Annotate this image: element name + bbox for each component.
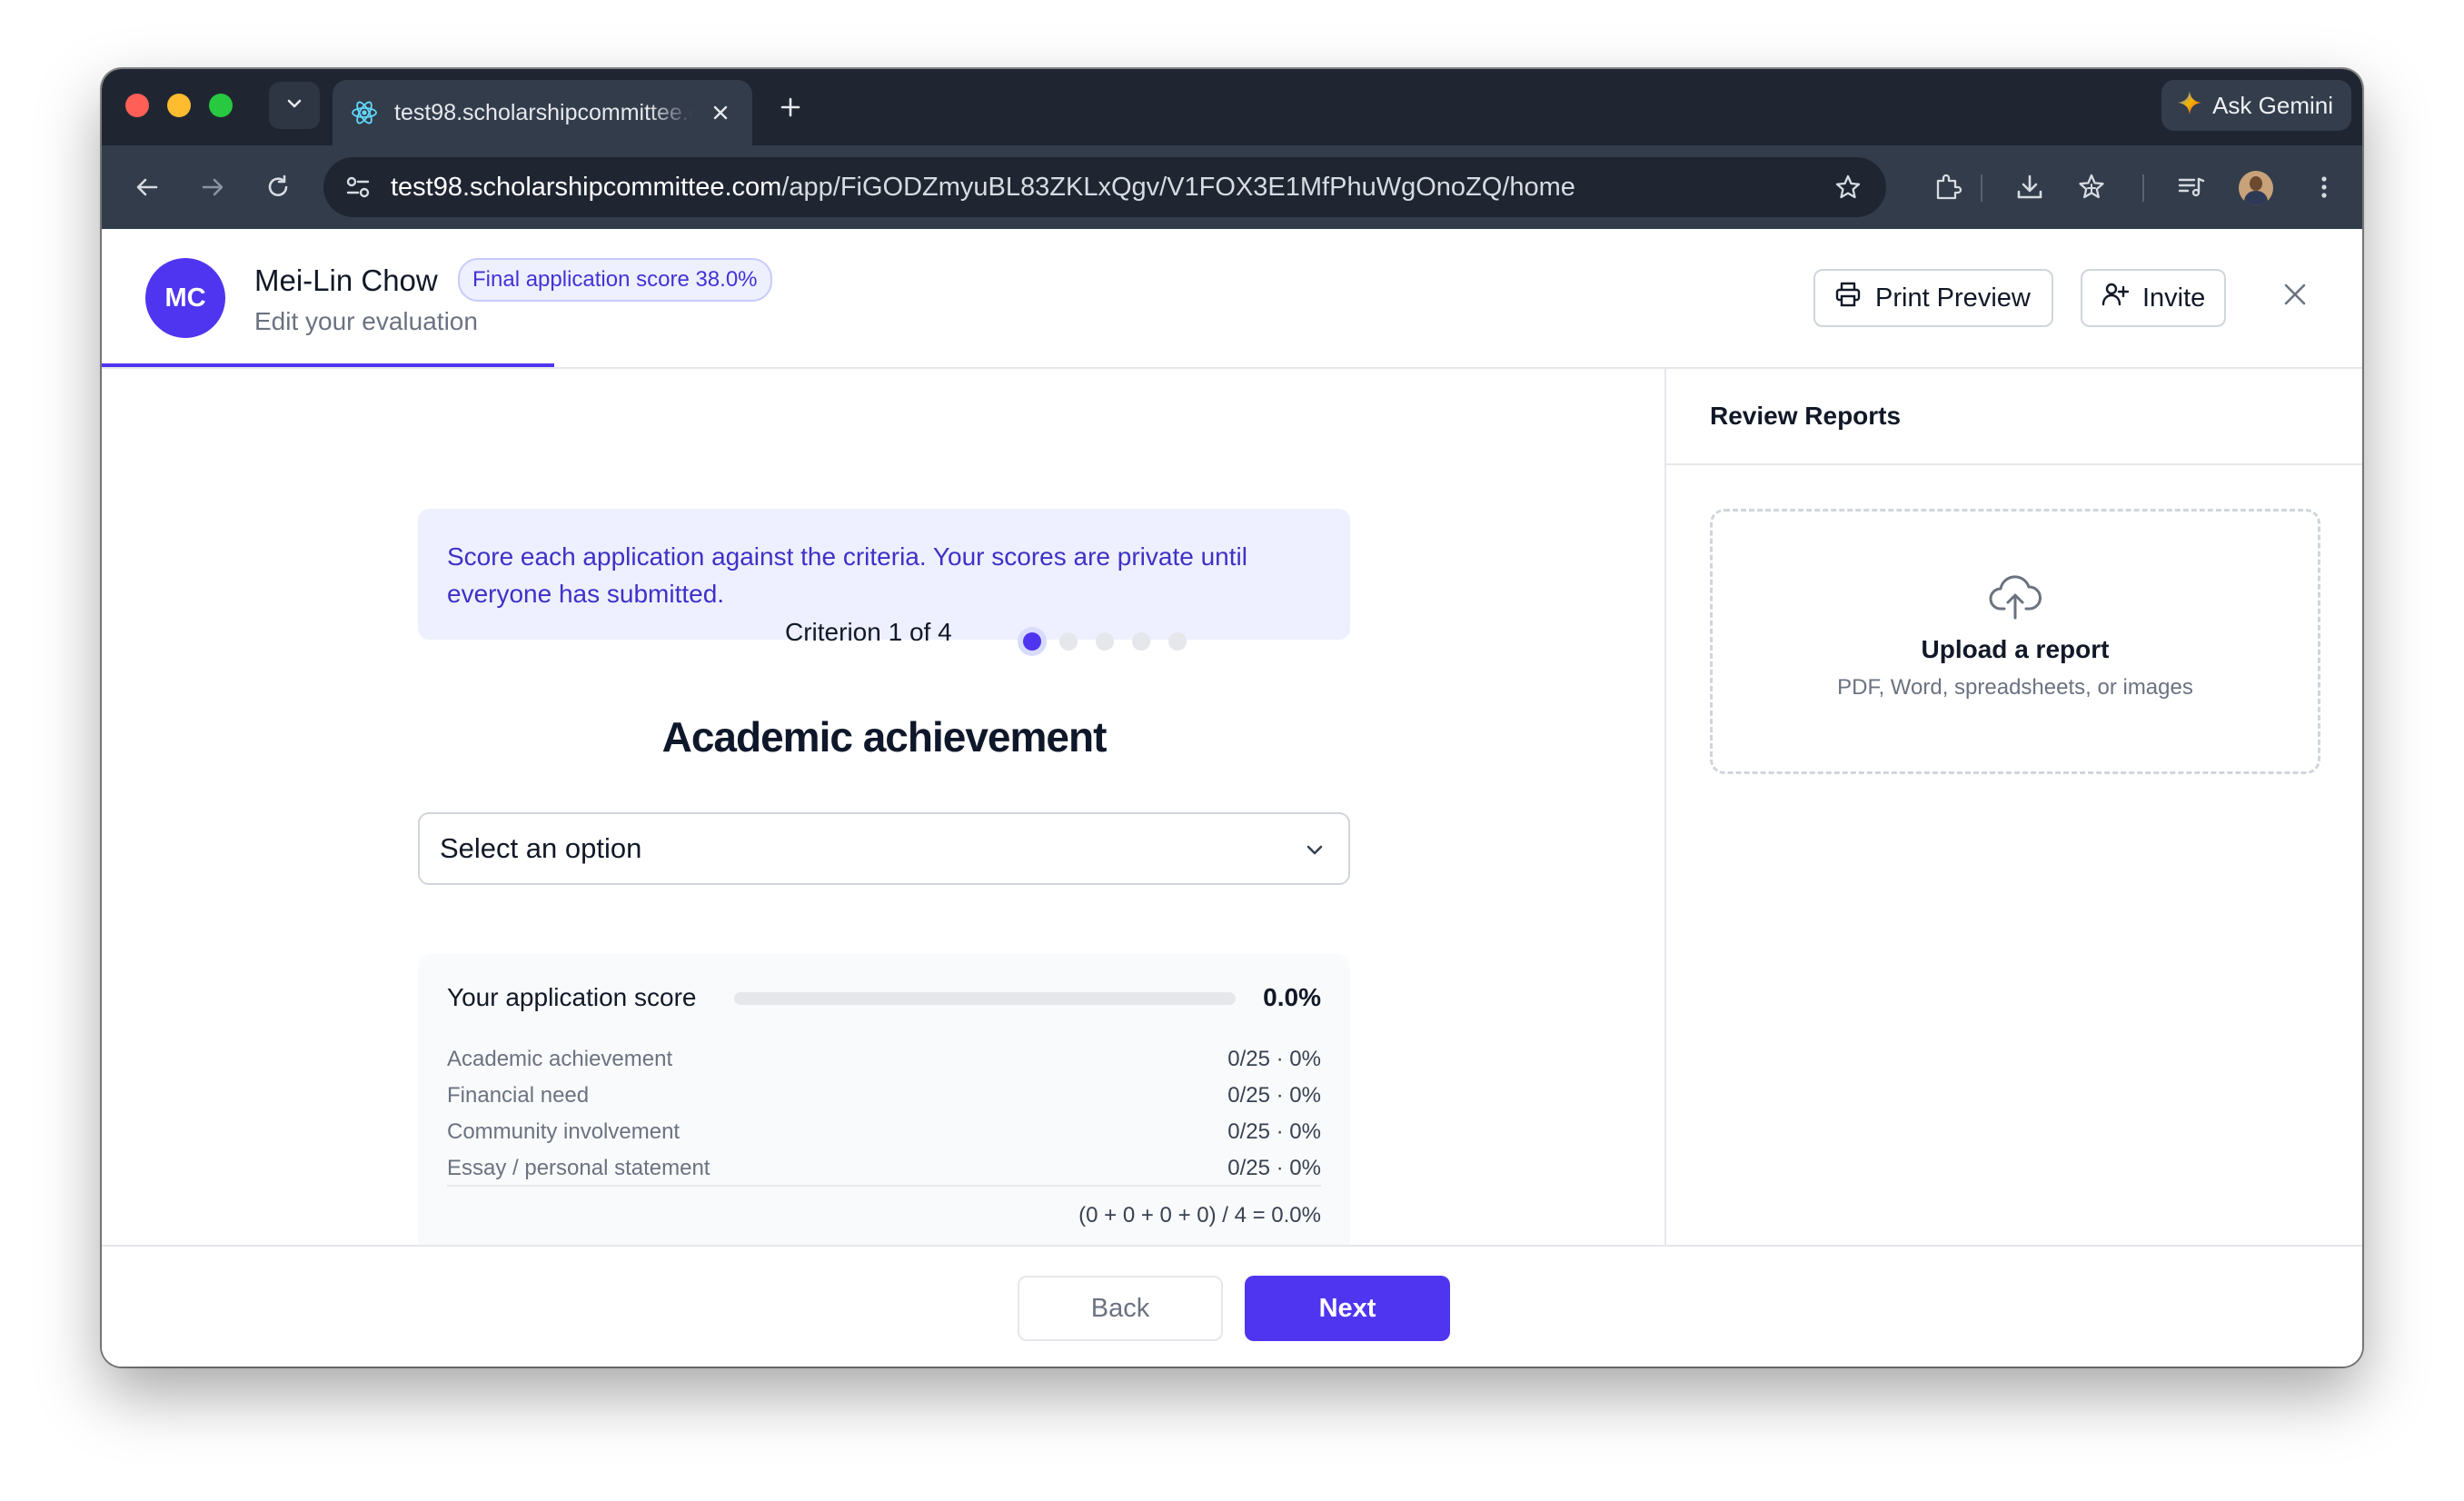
- print-preview-button[interactable]: Print Preview: [1813, 269, 2053, 327]
- extensions-puzzle-icon[interactable]: [1928, 167, 1968, 207]
- review-reports-panel: Review Reports Upload a report PDF, Word…: [1664, 369, 2362, 1245]
- cloud-upload-icon: [1988, 572, 2042, 622]
- upload-title: Upload a report: [1921, 635, 2110, 663]
- reload-icon[interactable]: [258, 167, 298, 207]
- new-tab-button[interactable]: [772, 89, 809, 125]
- score-select[interactable]: Select an option: [418, 812, 1350, 885]
- download-icon[interactable]: [2010, 167, 2050, 207]
- wizard-footer: Back Next: [102, 1245, 2362, 1367]
- url-text: test98.scholarshipcommittee.com/app/FiGO…: [391, 173, 1575, 203]
- select-value: Select an option: [440, 832, 642, 864]
- print-preview-label: Print Preview: [1875, 283, 2031, 313]
- page-subtitle: Edit your evaluation: [254, 307, 478, 335]
- score-breakdown-row: Community involvement 0/25 · 0%: [447, 1119, 1321, 1145]
- more-menu-icon[interactable]: [2304, 167, 2344, 207]
- step-dot-3[interactable]: [1096, 632, 1114, 651]
- back-arrow-icon[interactable]: [127, 167, 167, 207]
- evaluation-header: MC Mei-Lin Chow Final application score …: [102, 229, 2362, 369]
- final-score-badge: Final application score 38.0%: [458, 258, 772, 302]
- review-reports-title: Review Reports: [1666, 369, 2362, 465]
- applicant-name: Mei-Lin Chow: [254, 263, 438, 297]
- tab-bar: test98.scholarshipcommittee.com Ask Gemi…: [102, 69, 2362, 145]
- printer-icon: [1833, 280, 1863, 316]
- criterion-score: 0/25 · 0%: [1227, 1047, 1321, 1071]
- close-window-button[interactable]: [125, 94, 149, 117]
- user-plus-icon: [2101, 280, 2130, 316]
- ask-gemini-label: Ask Gemini: [2212, 91, 2333, 119]
- criterion-name: Financial need: [447, 1083, 590, 1108]
- tab-search-button[interactable]: [269, 82, 320, 129]
- site-settings-icon[interactable]: [342, 171, 374, 204]
- minimize-window-button[interactable]: [167, 94, 191, 117]
- criterion-name: Essay / personal statement: [447, 1156, 710, 1180]
- close-icon[interactable]: [2271, 271, 2319, 318]
- react-icon: [349, 97, 380, 128]
- upload-subtitle: PDF, Word, spreadsheets, or images: [1837, 675, 2193, 700]
- score-breakdown-row: Academic achievement 0/25 · 0%: [447, 1047, 1321, 1072]
- media-queue-icon[interactable]: [2171, 167, 2211, 207]
- step-dot-2[interactable]: [1059, 632, 1078, 651]
- bookmark-star-icon[interactable]: [1832, 171, 1864, 204]
- maximize-window-button[interactable]: [209, 94, 233, 117]
- url-path: /app/FiGODZmyuBL83ZKLxQgv/V1FOX3E1MfPhuW…: [781, 172, 1575, 202]
- step-dot-1[interactable]: [1023, 632, 1041, 651]
- next-button[interactable]: Next: [1245, 1276, 1450, 1341]
- back-button[interactable]: Back: [1018, 1276, 1223, 1341]
- browser-window: test98.scholarshipcommittee.com Ask Gemi…: [102, 69, 2362, 1367]
- forward-arrow-icon[interactable]: [193, 167, 233, 207]
- ask-gemini-button[interactable]: Ask Gemini: [2161, 80, 2351, 131]
- gemini-sparkle-icon: [2176, 89, 2203, 123]
- close-tab-icon[interactable]: [707, 99, 734, 126]
- divider: [447, 1185, 1321, 1187]
- score-label: Your application score: [447, 983, 697, 1011]
- bookmarks-star-icon[interactable]: [2072, 167, 2111, 207]
- app-content: MC Mei-Lin Chow Final application score …: [102, 229, 2362, 1367]
- criterion-score: 0/25 · 0%: [1227, 1083, 1321, 1108]
- criterion-score: 0/25 · 0%: [1227, 1119, 1321, 1144]
- browser-tab[interactable]: test98.scholarshipcommittee.com: [333, 80, 752, 145]
- criterion-progress: Criterion 1 of 4: [785, 618, 952, 646]
- invite-label: Invite: [2142, 283, 2206, 313]
- score-formula: (0 + 0 + 0 + 0) / 4 = 0.0%: [1078, 1203, 1321, 1228]
- address-bar[interactable]: test98.scholarshipcommittee.com/app/FiGO…: [323, 157, 1886, 217]
- active-tab-indicator: [102, 363, 554, 367]
- profile-avatar[interactable]: [2239, 171, 2273, 205]
- browser-toolbar: test98.scholarshipcommittee.com/app/FiGO…: [102, 145, 2362, 229]
- criterion-name: Academic achievement: [447, 1047, 673, 1071]
- application-score-card: Your application score 0.0% Academic ach…: [418, 954, 1350, 1245]
- criterion-name: Community involvement: [447, 1119, 681, 1144]
- evaluation-main: Score each application against the crite…: [102, 369, 1664, 1245]
- score-breakdown-row: Financial need 0/25 · 0%: [447, 1083, 1321, 1108]
- criterion-score: 0/25 · 0%: [1227, 1156, 1321, 1180]
- chevron-down-icon: [284, 94, 304, 118]
- score-progress-bar: [734, 992, 1236, 1005]
- criterion-title: Academic achievement: [661, 713, 1108, 760]
- step-dot-5[interactable]: [1168, 632, 1187, 651]
- url-host: test98.scholarshipcommittee.com: [391, 172, 782, 202]
- applicant-avatar: MC: [145, 258, 225, 338]
- score-value: 0.0%: [1263, 983, 1321, 1011]
- tab-title: test98.scholarshipcommittee.com: [394, 99, 692, 125]
- chevron-down-icon: [1301, 836, 1328, 863]
- invite-button[interactable]: Invite: [2081, 269, 2226, 327]
- step-dot-4[interactable]: [1132, 632, 1150, 651]
- upload-report-dropzone[interactable]: Upload a report PDF, Word, spreadsheets,…: [1710, 509, 2320, 774]
- score-breakdown-row: Essay / personal statement 0/25 · 0%: [447, 1156, 1321, 1181]
